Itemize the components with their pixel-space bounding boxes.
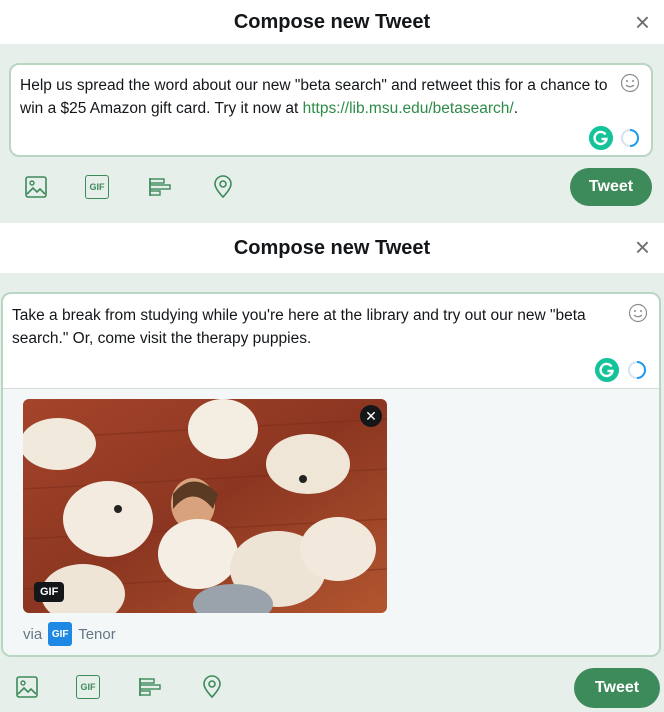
location-icon[interactable] [200, 675, 224, 699]
location-icon[interactable] [211, 175, 235, 199]
grammarly-icon[interactable] [595, 358, 619, 382]
gif-icon[interactable]: GIF [76, 675, 100, 699]
via-label: via [23, 625, 43, 643]
tweet-button[interactable]: Tweet [574, 668, 660, 708]
character-count-ring-icon [621, 129, 639, 147]
page-title: Compose new Tweet [233, 236, 431, 259]
tenor-logo-icon: GIF [48, 622, 73, 646]
panel-2-header: Compose new Tweet × [0, 223, 664, 273]
poll-icon[interactable] [138, 675, 162, 699]
tweet-compose-box[interactable]: Help us spread the word about our new "b… [9, 63, 653, 157]
via-tenor: via GIF Tenor [23, 622, 116, 646]
image-icon[interactable] [24, 175, 48, 199]
compose-tweet-panel-2: Compose new Tweet × Take a break from st… [0, 223, 664, 712]
tweet-link[interactable]: https://lib.msu.edu/betasearch/ [303, 100, 514, 117]
page-title: Compose new Tweet [233, 10, 431, 33]
close-icon[interactable]: × [635, 6, 650, 38]
tweet-text[interactable]: Take a break from studying while you're … [12, 304, 622, 350]
panel-1-header: Compose new Tweet × [0, 0, 664, 44]
gif-badge: GIF [34, 582, 65, 602]
tweet-text[interactable]: Help us spread the word about our new "b… [20, 74, 610, 120]
puppies-gif-picture [23, 399, 387, 613]
grammarly-icon[interactable] [589, 126, 613, 150]
character-count-ring-icon [628, 361, 646, 379]
remove-media-close-icon[interactable]: ✕ [360, 405, 382, 427]
emoji-icon[interactable] [628, 303, 648, 323]
tweet-text-end: . [513, 100, 518, 117]
poll-icon[interactable] [148, 175, 172, 199]
gif-preview-image[interactable]: GIF ✕ [23, 399, 387, 613]
media-attachment-area: GIF ✕ via GIF Tenor [3, 388, 659, 655]
tweet-compose-box[interactable]: Take a break from studying while you're … [1, 292, 661, 657]
tweet-button[interactable]: Tweet [570, 168, 652, 206]
tenor-label[interactable]: Tenor [78, 626, 116, 643]
compose-tweet-panel-1: Compose new Tweet × Help us spread the w… [0, 0, 664, 223]
emoji-icon[interactable] [620, 73, 640, 93]
image-icon[interactable] [15, 675, 39, 699]
close-icon[interactable]: × [635, 231, 650, 263]
gif-icon[interactable]: GIF [85, 175, 109, 199]
